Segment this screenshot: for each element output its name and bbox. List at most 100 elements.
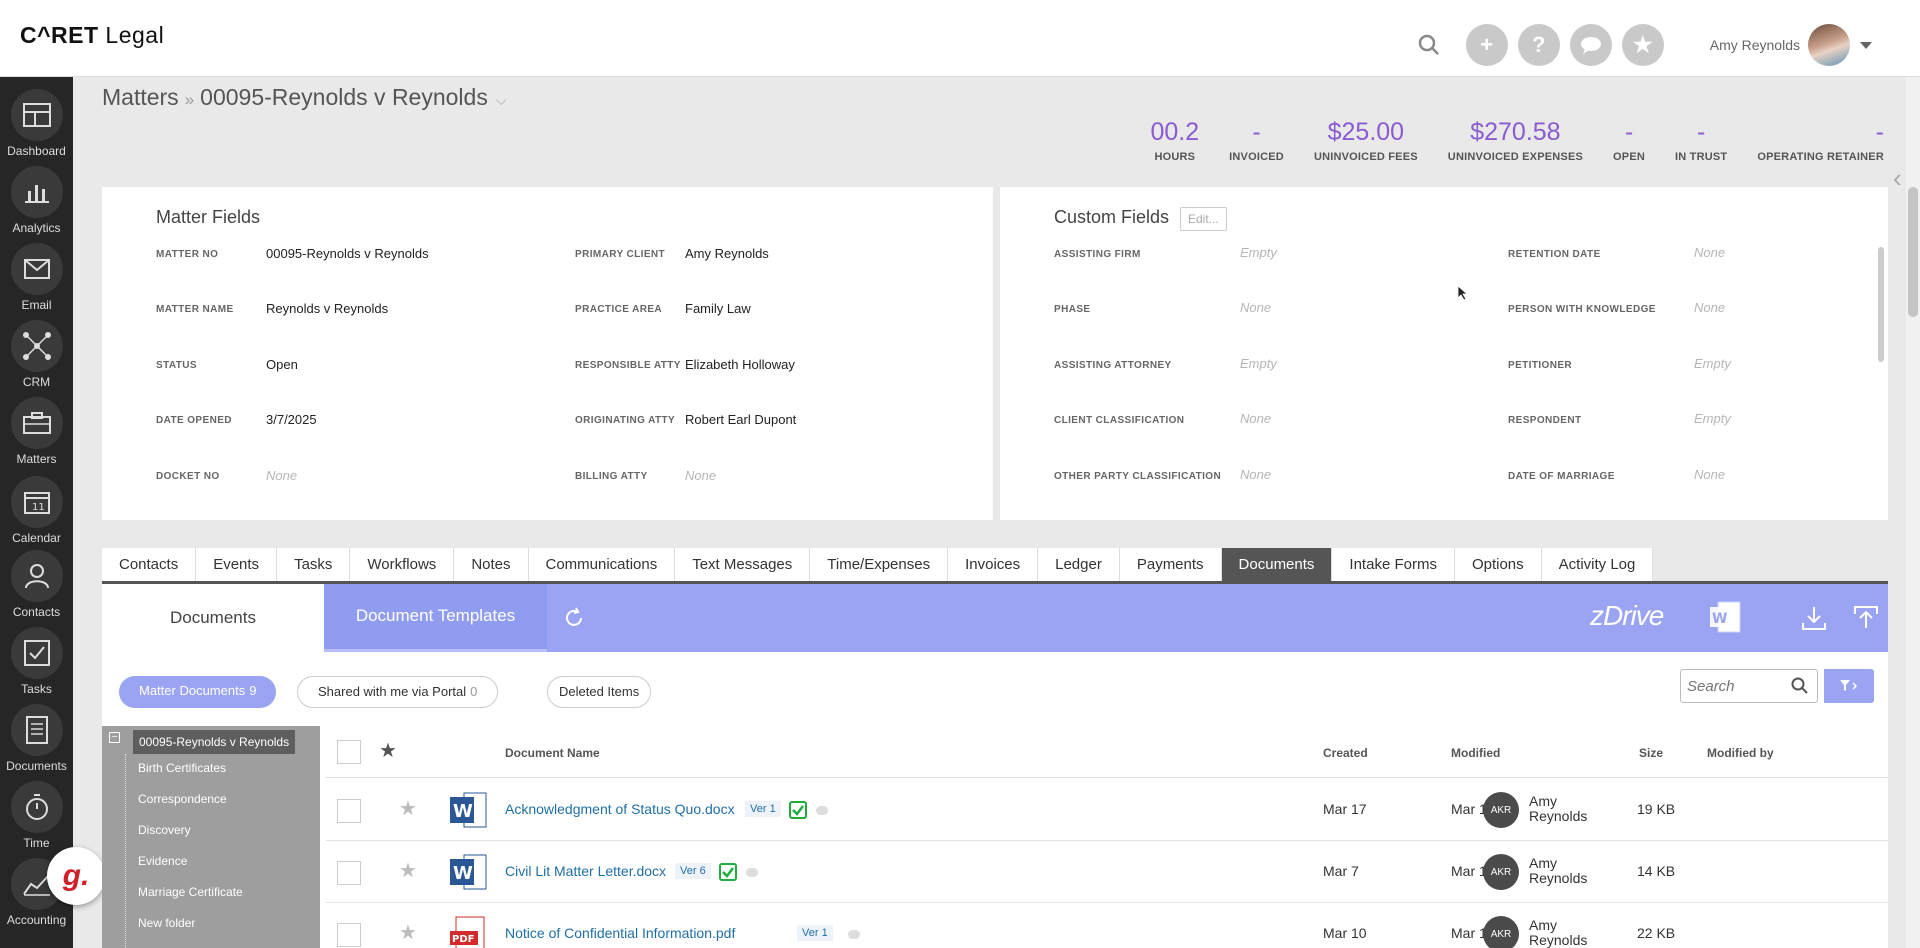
tree-folder[interactable]: Marriage Certificate [138,885,243,899]
field-value[interactable]: Open [266,357,298,372]
document-templates-subtab[interactable]: Document Templates [324,584,547,652]
column-modified[interactable]: Modified [1451,746,1500,760]
tab-contacts[interactable]: Contacts [102,548,197,581]
tree-folder[interactable]: Correspondence [138,792,227,806]
tab-intake-forms[interactable]: Intake Forms [1332,548,1455,581]
field-value[interactable]: Amy Reynolds [685,246,769,261]
stat-uninvoiced-fees[interactable]: $25.00 UNINVOICED FEES [1314,118,1418,163]
tab-workflows[interactable]: Workflows [350,548,455,581]
upload-icon[interactable] [1852,604,1880,632]
comment-icon[interactable] [848,930,860,939]
field-value[interactable]: Empty [1694,356,1731,371]
field-value[interactable]: Elizabeth Holloway [685,357,795,372]
field-value[interactable]: None [266,468,297,483]
tab-events[interactable]: Events [196,548,278,581]
tree-folder[interactable]: New folder [138,916,195,930]
comment-icon[interactable] [746,868,758,877]
field-value[interactable]: None [1240,467,1271,482]
tab-text-messages[interactable]: Text Messages [675,548,811,581]
stat-operating-retainer[interactable]: - OPERATING RETAINER [1757,118,1884,163]
stat-invoiced[interactable]: - INVOICED [1229,118,1284,163]
user-name[interactable]: Amy Reynolds [1710,37,1800,53]
app-logo[interactable]: C^RET Legal [20,22,164,49]
version-badge[interactable]: Ver 1 [745,801,781,817]
document-name-link[interactable]: Civil Lit Matter Letter.docx [505,863,666,879]
comment-icon[interactable] [816,806,828,815]
collapse-panel-chevron-left-icon[interactable]: ‹ [1893,163,1902,194]
avatar[interactable]: AKR [1483,854,1519,890]
tree-root-folder[interactable]: 00095-Reynolds v Reynolds [133,730,296,754]
checked-status-icon[interactable] [789,801,807,819]
stat-open[interactable]: - OPEN [1613,118,1645,163]
tab-notes[interactable]: Notes [454,548,529,581]
field-value[interactable]: Empty [1694,411,1731,426]
select-all-checkbox[interactable] [337,740,361,764]
sidebar-item-calendar[interactable]: 11 Calendar [0,476,73,552]
field-value[interactable]: 3/7/2025 [266,412,317,427]
field-value[interactable]: Empty [1240,245,1277,260]
field-value[interactable]: None [1240,411,1271,426]
collapse-minus-icon[interactable]: – [109,732,120,743]
user-menu-chevron-down-icon[interactable] [1860,41,1872,49]
tab-payments[interactable]: Payments [1119,548,1222,581]
breadcrumb-matters-link[interactable]: Matters [102,84,179,110]
field-value[interactable]: None [1694,245,1725,260]
field-value[interactable]: None [685,468,716,483]
table-row[interactable]: ★ W Civil Lit Matter Letter.docx Ver 6 M… [326,841,1888,903]
star-column-icon[interactable]: ★ [379,738,397,763]
custom-fields-scrollbar[interactable] [1878,247,1884,362]
field-value[interactable]: 00095-Reynolds v Reynolds [266,246,429,261]
table-row[interactable]: ★ W Acknowledgment of Status Quo.docx Ve… [326,779,1888,841]
sidebar-item-matters[interactable]: Matters [0,397,73,473]
tab-documents[interactable]: Documents [1221,548,1333,581]
star-icon[interactable]: ★ [399,920,417,945]
field-value[interactable]: Family Law [685,301,751,316]
tree-folder[interactable]: Birth Certificates [138,761,226,775]
page-scrollbar[interactable] [1906,77,1920,948]
sidebar-item-tasks[interactable]: Tasks [0,627,73,703]
star-icon[interactable]: ★ [399,858,417,883]
filter-shared-via-portal[interactable]: Shared with me via Portal 0 [297,676,499,708]
search-icon[interactable] [1414,30,1444,60]
sidebar-item-contacts[interactable]: Contacts [0,550,73,626]
chat-icon[interactable] [1569,24,1612,66]
filter-funnel-button[interactable] [1824,669,1874,703]
tree-folder[interactable]: Evidence [138,854,187,868]
help-icon[interactable]: ? [1517,24,1560,66]
field-value[interactable]: None [1694,467,1725,482]
word-icon[interactable]: W [1708,600,1742,634]
sidebar-item-documents[interactable]: Documents [0,704,73,780]
sidebar-item-email[interactable]: Email [0,243,73,319]
download-icon[interactable] [1800,604,1828,632]
add-icon[interactable]: + [1465,24,1508,66]
breadcrumb-current-matter[interactable]: 00095-Reynolds v Reynolds [200,84,488,110]
filter-deleted-items[interactable]: Deleted Items [547,676,652,708]
sidebar-item-analytics[interactable]: Analytics [0,166,73,242]
field-value[interactable]: None [1694,300,1725,315]
field-value[interactable]: Robert Earl Dupont [685,412,796,427]
sidebar-item-dashboard[interactable]: Dashboard [0,89,73,165]
column-created[interactable]: Created [1323,746,1368,760]
avatar[interactable]: AKR [1483,792,1519,828]
sidebar-item-crm[interactable]: CRM [0,320,73,396]
version-badge[interactable]: Ver 6 [675,863,711,879]
document-name-link[interactable]: Notice of Confidential Information.pdf [505,925,735,941]
version-badge[interactable]: Ver 1 [797,925,833,941]
page-scrollbar-thumb[interactable] [1908,187,1918,317]
tab-tasks[interactable]: Tasks [277,548,351,581]
row-checkbox[interactable] [337,861,361,885]
stat-hours[interactable]: 00.2 HOURS [1150,118,1199,163]
table-row[interactable]: ★ PDF Notice of Confidential Information… [326,903,1888,948]
edit-custom-fields-button[interactable]: Edit... [1180,207,1227,231]
tree-folder[interactable]: Discovery [138,823,191,837]
tab-activity-log[interactable]: Activity Log [1541,548,1654,581]
document-name-link[interactable]: Acknowledgment of Status Quo.docx [505,801,735,817]
search-icon[interactable] [1791,677,1809,695]
avatar[interactable]: AKR [1483,916,1519,948]
field-value[interactable]: Empty [1240,356,1277,371]
field-value[interactable]: Reynolds v Reynolds [266,301,388,316]
tab-options[interactable]: Options [1454,548,1542,581]
matter-chevron-down-icon[interactable]: ⌵ [496,92,507,108]
sidebar-item-time[interactable]: Time [0,781,73,857]
tab-time-expenses[interactable]: Time/Expenses [810,548,949,581]
